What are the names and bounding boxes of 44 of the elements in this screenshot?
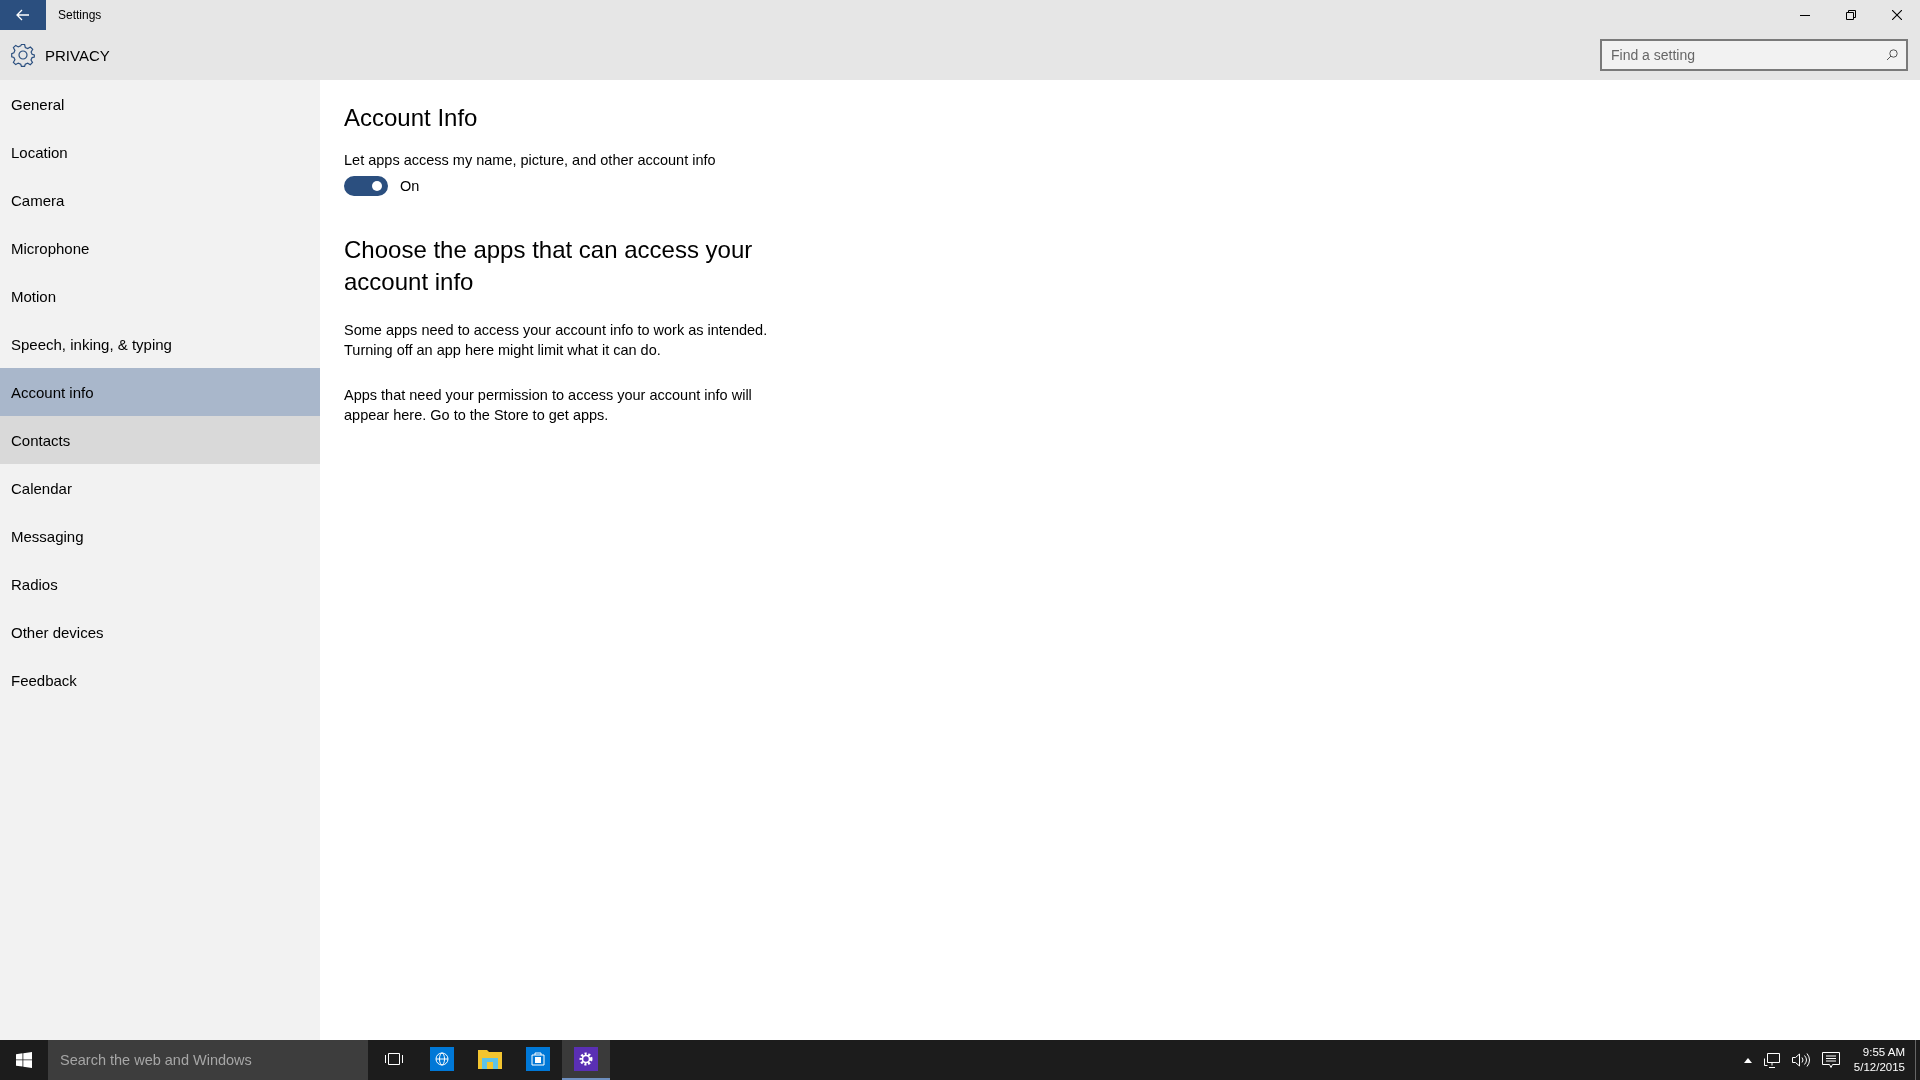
search-field[interactable]: Find a setting xyxy=(1600,39,1908,71)
clock-time[interactable]: 9:55 AM xyxy=(1862,1045,1905,1060)
sidebar-item[interactable]: Microphone xyxy=(0,224,320,272)
sidebar-item[interactable]: Other devices xyxy=(0,608,320,656)
sidebar-item[interactable]: Location xyxy=(0,128,320,176)
sidebar-item[interactable]: Calendar xyxy=(0,464,320,512)
sidebar-item[interactable]: Speech, inking, & typing xyxy=(0,320,320,368)
settings-button[interactable] xyxy=(562,1040,610,1080)
sidebar-item[interactable]: Motion xyxy=(0,272,320,320)
description-text: Some apps need to access your account info to work as intended. Turning off an app here might limit what it can do. xyxy=(344,321,769,360)
close-icon xyxy=(1892,10,1902,20)
folder-icon xyxy=(478,1048,502,1070)
globe-icon xyxy=(430,1047,454,1071)
back-arrow-icon xyxy=(16,9,30,21)
toggle-switch[interactable] xyxy=(344,176,388,196)
clock-date[interactable]: 5/12/2015 xyxy=(1853,1060,1905,1075)
window-title: Settings xyxy=(58,8,103,22)
task-view-icon xyxy=(384,1052,404,1066)
gear-icon xyxy=(11,43,35,67)
sidebar-item[interactable]: Radios xyxy=(0,560,320,608)
page-title: PRIVACY xyxy=(45,46,111,64)
toggle-state: On xyxy=(400,178,420,194)
restore-icon xyxy=(1846,10,1856,20)
sidebar-item[interactable]: Account info xyxy=(0,368,320,416)
sidebar-item[interactable]: Feedback xyxy=(0,656,320,704)
sidebar-item[interactable]: Messaging xyxy=(0,512,320,560)
sidebar-item[interactable]: Contacts xyxy=(0,416,320,464)
speaker-icon[interactable] xyxy=(1791,1053,1810,1067)
taskbar-search-field[interactable]: Search the web and Windows xyxy=(48,1040,368,1080)
shopping-bag-icon xyxy=(526,1047,550,1071)
network-icon[interactable] xyxy=(1763,1052,1780,1068)
gear-icon xyxy=(574,1047,598,1071)
back-button[interactable] xyxy=(0,0,46,30)
section-heading: Account Info xyxy=(344,104,479,132)
description-text: Apps that need your permission to access your account info will appear here. Go to the Store to get apps. xyxy=(344,386,753,425)
search-icon xyxy=(1886,49,1898,61)
sidebar-item[interactable]: Camera xyxy=(0,176,320,224)
minimize-icon xyxy=(1800,14,1810,16)
sidebar-item[interactable]: General xyxy=(0,80,320,128)
chevron-up-icon[interactable] xyxy=(1743,1057,1752,1063)
toggle-label: Let apps access my name, picture, and other account info xyxy=(344,152,717,168)
windows-logo-icon xyxy=(16,1052,32,1068)
section-heading: Choose the apps that can access your account info xyxy=(344,235,754,297)
notifications-icon[interactable] xyxy=(1821,1052,1840,1068)
